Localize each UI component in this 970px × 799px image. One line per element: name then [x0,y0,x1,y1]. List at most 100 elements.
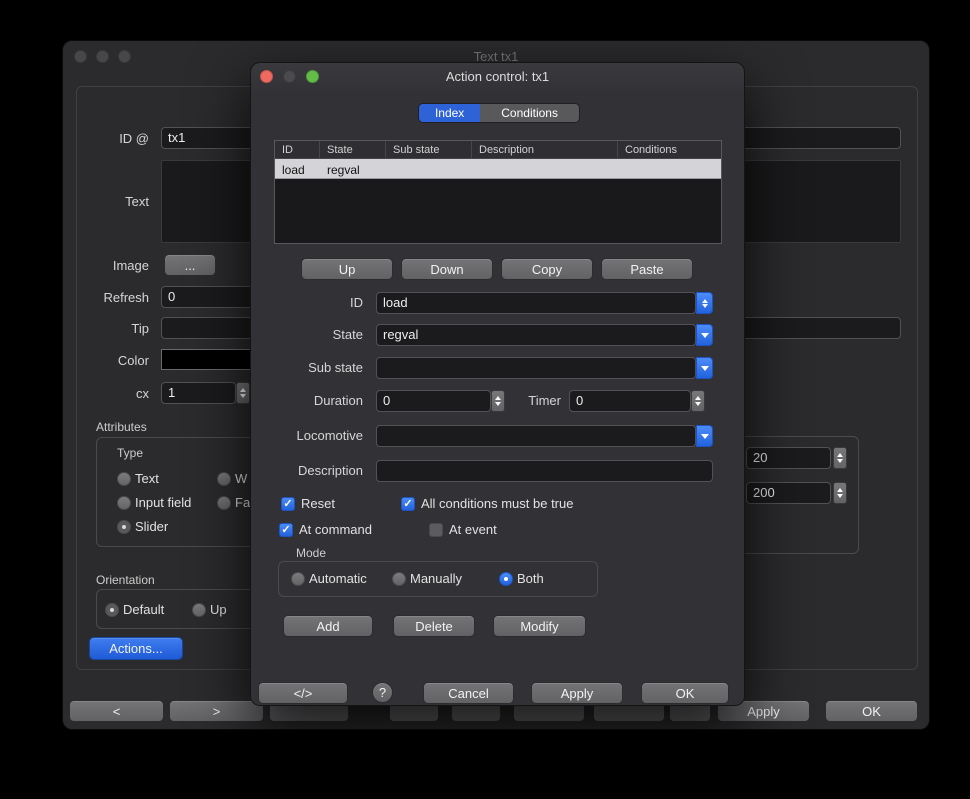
column-header-conditions[interactable]: Conditions [618,141,721,158]
description-label: Description [256,462,363,480]
cx-label: cx [73,385,149,403]
image-browse-button[interactable]: ... [164,254,216,276]
paste-button[interactable]: Paste [601,258,693,280]
locomotive-dropdown-button[interactable] [696,425,713,447]
column-header-state[interactable]: State [320,141,386,158]
copy-button[interactable]: Copy [501,258,593,280]
state-dropdown-button[interactable] [696,324,713,346]
dialog-ok-button[interactable]: OK [641,682,729,704]
sub-state-label: Sub state [256,359,363,377]
radio-type-fa-label: Fa [235,495,250,511]
modify-button[interactable]: Modify [493,615,586,637]
id-label: ID [256,294,363,312]
actions-button[interactable]: Actions... [89,637,183,660]
tab-conditions[interactable]: Conditions [480,104,579,122]
stepper-down-icon [695,402,701,406]
id-combo-stepper-button[interactable] [696,292,713,314]
radio-orientation-default[interactable] [105,603,119,617]
timer-stepper[interactable] [691,390,705,412]
radio-mode-both[interactable] [499,572,513,586]
radio-type-input-field[interactable] [117,496,131,510]
color-label: Color [73,352,149,370]
reset-checkbox[interactable]: ✓ [281,497,295,511]
nav-prev-button[interactable]: < [69,700,164,722]
at-event-checkbox[interactable] [429,523,443,537]
stepper-up-icon [240,388,246,392]
radio-orientation-up-label: Up [210,602,227,618]
column-header-sub-state[interactable]: Sub state [386,141,472,158]
radio-type-w[interactable] [217,472,231,486]
column-header-description[interactable]: Description [472,141,618,158]
state-label: State [256,326,363,344]
dialog-title: Action control: tx1 [251,69,744,84]
column-header-id[interactable]: ID [275,141,320,158]
id-combo-field[interactable]: load [376,292,696,314]
code-button[interactable]: </> [258,682,348,704]
radio-orientation-up[interactable] [192,603,206,617]
locomotive-combo-field[interactable] [376,425,696,447]
add-button[interactable]: Add [283,615,373,637]
up-button[interactable]: Up [301,258,393,280]
orientation-label: Orientation [96,573,155,587]
state-combo-field[interactable]: regval [376,324,696,346]
radio-type-text[interactable] [117,472,131,486]
duration-label: Duration [256,392,363,410]
dialog-apply-button[interactable]: Apply [531,682,623,704]
radio-mode-automatic-label: Automatic [309,571,367,587]
reset-checkbox-label: Reset [301,496,335,512]
delete-button[interactable]: Delete [393,615,475,637]
tab-index[interactable]: Index [419,104,480,122]
duration-field[interactable]: 0 [376,390,491,412]
radio-type-slider[interactable] [117,520,131,534]
radio-type-fa[interactable] [217,496,231,510]
description-field[interactable] [376,460,713,482]
at-command-checkbox[interactable]: ✓ [279,523,293,537]
check-icon: ✓ [403,499,412,510]
radio-mode-automatic[interactable] [291,572,305,586]
radio-type-w-label: W [235,471,247,487]
stepper-down-icon [240,394,246,398]
stepper-up-icon [837,453,843,457]
table-row[interactable]: load regval [275,159,721,179]
nav-next-button[interactable]: > [169,700,264,722]
sub-state-dropdown-button[interactable] [696,357,713,379]
at-event-checkbox-label: At event [449,522,497,538]
radio-type-slider-label: Slider [135,519,168,535]
actions-table[interactable]: ID State Sub state Description Condition… [274,140,722,244]
chevron-down-icon [701,434,709,439]
chevron-down-icon [701,333,709,338]
cancel-button[interactable]: Cancel [423,682,514,704]
radio-type-text-label: Text [135,471,159,487]
radio-mode-manually[interactable] [392,572,406,586]
radio-type-input-field-label: Input field [135,495,191,511]
cell-description [472,159,618,178]
image-label: Image [73,257,149,275]
sub-state-combo-field[interactable] [376,357,696,379]
cx-field[interactable]: 1 [161,382,236,404]
cx-stepper[interactable] [236,382,250,404]
timer-field[interactable]: 0 [569,390,691,412]
radio-orientation-default-label: Default [123,602,164,618]
stepper-up-icon [702,299,708,303]
all-conditions-checkbox-label: All conditions must be true [421,496,573,512]
right-value-200-stepper[interactable] [833,482,847,504]
mode-group: Automatic Manually Both [278,561,598,597]
right-value-200-field[interactable]: 200 [746,482,831,504]
chevron-down-icon [701,366,709,371]
down-button[interactable]: Down [401,258,493,280]
cell-sub-state [386,159,472,178]
mode-label: Mode [296,546,326,560]
help-button[interactable]: ? [372,682,393,703]
ok-button[interactable]: OK [825,700,918,722]
right-value-20-field[interactable]: 20 [746,447,831,469]
stepper-down-icon [837,494,843,498]
cell-conditions [618,159,721,178]
locomotive-label: Locomotive [256,427,363,445]
stepper-down-icon [837,459,843,463]
tab-bar: Index Conditions [418,103,580,123]
cell-state: regval [320,159,386,178]
text-label: Text [73,193,149,211]
right-value-20-stepper[interactable] [833,447,847,469]
all-conditions-checkbox[interactable]: ✓ [401,497,415,511]
attributes-label: Attributes [96,420,147,434]
